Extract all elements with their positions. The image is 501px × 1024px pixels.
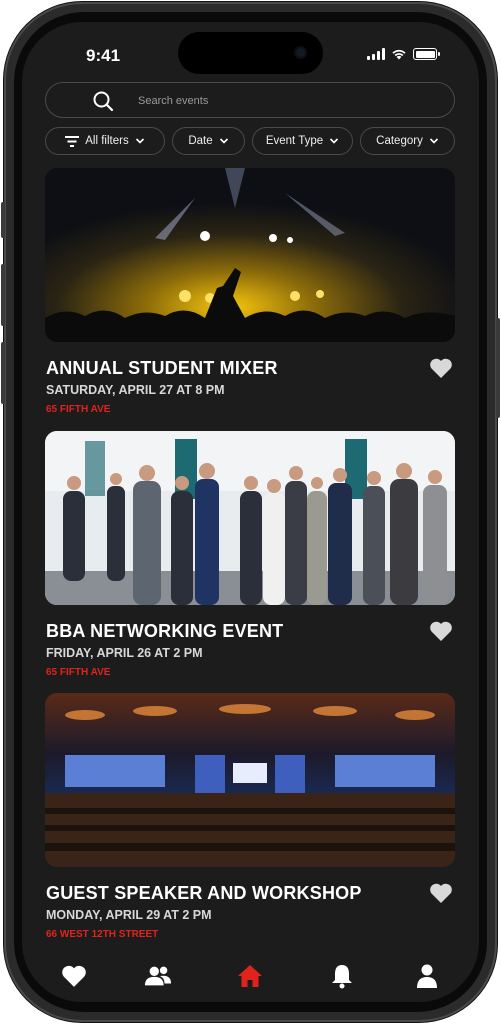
side-button-mute [1,202,5,238]
event-date: SATURDAY, APRIL 27 AT 8 PM [46,383,225,397]
camera-icon [294,46,307,59]
tab-home[interactable] [236,962,264,990]
networking-people-photo [45,431,455,605]
event-date: MONDAY, APRIL 29 AT 2 PM [46,908,212,922]
category-filter-button[interactable]: Category [360,127,455,155]
conference-hall-photo [45,693,455,867]
filter-icon [65,135,80,147]
heart-icon [62,965,86,987]
wifi-icon [392,49,406,60]
side-button-power [496,318,500,418]
dynamic-island [178,32,323,74]
status-icons [367,48,440,60]
chevron-down-icon [219,138,228,144]
tab-profile[interactable] [413,962,441,990]
chevron-down-icon [429,138,438,144]
tab-bar [22,948,479,1002]
event-image-conference[interactable] [45,693,455,867]
event-image-concert[interactable] [45,168,455,342]
event-location: 65 FIFTH AVE [46,667,111,678]
side-button-volume-up [1,264,5,326]
search-input[interactable] [136,91,436,111]
event-location: 66 WEST 12TH STREET [46,929,159,940]
all-filters-label: All filters [85,135,129,147]
all-filters-button[interactable]: All filters [45,127,165,155]
side-button-volume-down [1,342,5,404]
person-icon [417,964,437,988]
date-filter-label: Date [188,135,213,147]
heart-icon[interactable] [429,620,453,642]
event-type-filter-label: Event Type [265,135,324,147]
search-bar[interactable] [45,82,455,118]
heart-icon[interactable] [429,357,453,379]
date-filter-button[interactable]: Date [172,127,245,155]
home-icon [238,965,262,987]
tab-notifications[interactable] [328,962,356,990]
event-location: 65 FIFTH AVE [46,404,111,415]
bell-icon [332,965,352,989]
category-filter-label: Category [376,135,423,147]
chevron-down-icon [135,138,144,144]
event-type-filter-button[interactable]: Event Type [252,127,353,155]
people-icon [144,966,172,986]
heart-icon[interactable] [429,882,453,904]
event-date: FRIDAY, APRIL 26 AT 2 PM [46,646,203,660]
event-title[interactable]: GUEST SPEAKER AND WORKSHOP [46,883,362,904]
chevron-down-icon [330,138,339,144]
search-icon [93,91,114,112]
tab-groups[interactable] [144,962,172,990]
battery-icon [413,48,440,60]
tab-favorites[interactable] [60,962,88,990]
cellular-signal-icon [367,48,385,60]
event-title[interactable]: BBA NETWORKING EVENT [46,621,283,642]
concert-crowd-photo [45,168,455,342]
status-time: 9:41 [86,46,121,65]
event-title[interactable]: ANNUAL STUDENT MIXER [46,358,278,379]
event-image-networking[interactable] [45,431,455,605]
app-screen: 9:41 All filters [22,22,479,1002]
